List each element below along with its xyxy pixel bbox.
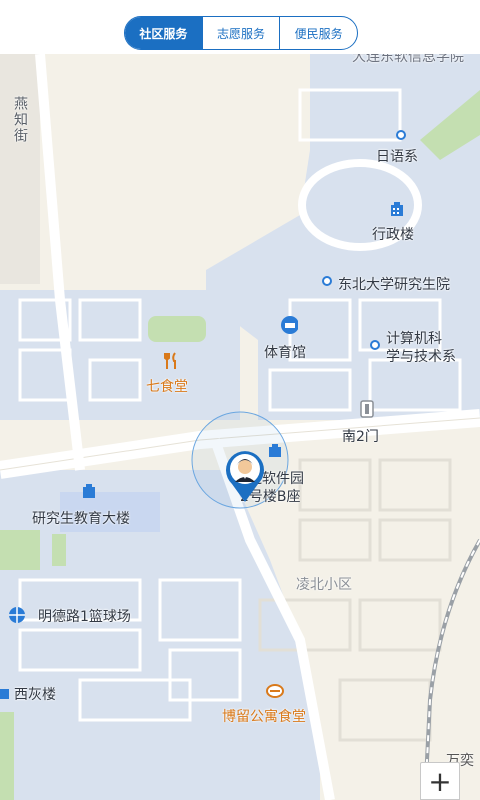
user-location-marker[interactable] (222, 448, 268, 504)
zoom-in-button[interactable]: + (420, 762, 460, 800)
poi-label-yjs-jiaoyu[interactable]: 研究生教育大楼 (32, 508, 130, 528)
poi-label-nan2men[interactable]: 南2门 (342, 426, 379, 446)
map-view[interactable]: 燕知街 大连东软信息学院 日语系 行政楼 东北大学研究生院 体育馆 计算机科 学… (0, 54, 480, 800)
building-icon (388, 200, 406, 218)
dot-icon (366, 336, 384, 354)
poi-label-jisuanji-1[interactable]: 计算机科 (386, 328, 442, 348)
stadium-icon (280, 316, 298, 334)
top-bar: 社区服务 志愿服务 便民服务 (0, 0, 480, 54)
tab-convenience-service[interactable]: 便民服务 (280, 17, 357, 49)
tab-community-service[interactable]: 社区服务 (125, 17, 203, 49)
building-icon (80, 482, 98, 500)
building-icon (0, 684, 12, 702)
poi-label-tiyuguan[interactable]: 体育馆 (264, 342, 306, 362)
poi-label-jisuanji-2[interactable]: 学与技术系 (386, 346, 456, 366)
basketball-icon (8, 606, 26, 624)
dot-icon (392, 126, 410, 144)
street-label-yanzhi: 燕知街 (12, 96, 28, 144)
dot-icon (318, 272, 336, 290)
poi-label-boliu[interactable]: 博留公寓食堂 (222, 706, 306, 726)
area-label-lingbei[interactable]: 凌北小区 (296, 574, 352, 594)
poi-label-riyu[interactable]: 日语系 (376, 146, 418, 166)
poi-label-xingzheng[interactable]: 行政楼 (372, 224, 414, 244)
building-icon (266, 442, 284, 460)
place-label-top: 大连东软信息学院 (352, 54, 464, 65)
poi-label-qishitang[interactable]: 七食堂 (146, 376, 188, 396)
restaurant-icon (162, 352, 180, 370)
tab-volunteer-service[interactable]: 志愿服务 (203, 17, 281, 49)
service-tab-group: 社区服务 志愿服务 便民服务 (124, 16, 358, 50)
poi-label-mingde[interactable]: 明德路1篮球场 (38, 606, 131, 626)
restaurant-icon (266, 682, 284, 700)
poi-label-xihui[interactable]: 西灰楼 (14, 684, 56, 704)
poi-label-yanjiusheng[interactable]: 东北大学研究生院 (338, 274, 450, 294)
gate-icon (358, 400, 376, 418)
